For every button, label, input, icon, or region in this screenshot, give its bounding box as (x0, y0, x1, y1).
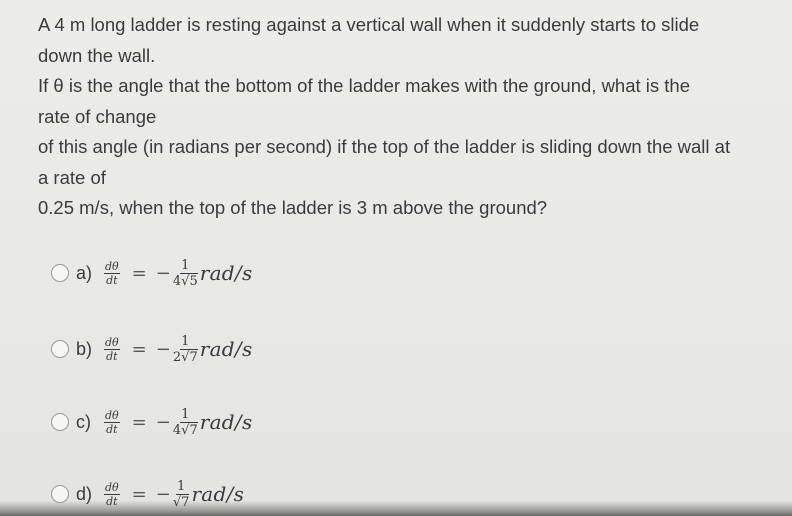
option-label: b) (76, 338, 93, 359)
fraction-numerator: 1 (180, 333, 191, 350)
equals-sign: = (131, 411, 147, 433)
derivative-fraction: dθ dt (104, 410, 120, 435)
answer-expression: dθ dt = − 1 √7 rad/s (104, 478, 245, 510)
fraction-numerator: dθ (104, 408, 120, 423)
fraction-denominator: dt (106, 349, 118, 363)
coefficient: 4 (172, 273, 182, 289)
coefficient: 4 (172, 422, 182, 438)
coefficient: 2 (172, 349, 182, 365)
radio-button-b[interactable] (51, 340, 69, 358)
minus-sign: − (155, 411, 171, 433)
fraction-denominator: 2√7 (172, 348, 198, 365)
fraction-numerator: 1 (176, 478, 187, 495)
question-line: 0.25 m/s, when the top of the ladder is … (38, 197, 548, 218)
answer-option-a[interactable]: a) dθ dt = − 1 4√5 rad/s (51, 251, 253, 295)
question-line: a rate of (38, 166, 106, 188)
fraction-numerator: 1 (180, 257, 191, 274)
fraction-numerator: dθ (104, 480, 120, 495)
minus-sign: − (155, 338, 171, 360)
radicand: 7 (181, 493, 190, 510)
question-text: A 4 m long ladder is resting against a v… (38, 10, 783, 224)
value-fraction: 1 4√7 (172, 406, 198, 438)
radio-button-a[interactable] (51, 264, 69, 282)
fraction-denominator: dt (106, 494, 118, 508)
fraction-denominator: dt (106, 422, 118, 436)
radio-button-c[interactable] (51, 413, 69, 431)
answer-expression: dθ dt = − 1 2√7 rad/s (104, 333, 253, 365)
option-label: c) (76, 411, 91, 432)
fraction-numerator: 1 (180, 406, 191, 423)
answer-expression: dθ dt = − 1 4√7 rad/s (104, 406, 253, 438)
radicand: 7 (189, 421, 198, 438)
minus-sign: − (155, 262, 171, 284)
question-line: down the wall. (38, 44, 156, 66)
derivative-fraction: dθ dt (104, 261, 120, 286)
value-fraction: 1 4√5 (172, 257, 198, 289)
fraction-denominator: dt (106, 273, 118, 287)
fraction-denominator: 4√7 (172, 421, 198, 438)
fraction-numerator: dθ (104, 259, 120, 274)
fraction-denominator: 4√5 (172, 272, 198, 289)
answer-expression: dθ dt = − 1 4√5 rad/s (104, 257, 253, 289)
option-label: a) (76, 262, 93, 283)
unit: rad/s (191, 482, 245, 506)
equals-sign: = (131, 338, 147, 360)
equals-sign: = (131, 262, 147, 284)
unit: rad/s (199, 337, 253, 361)
value-fraction: 1 √7 (172, 478, 190, 510)
radicand: 7 (189, 348, 198, 365)
question-line: of this angle (in radians per second) if… (38, 136, 731, 157)
answer-option-c[interactable]: c) dθ dt = − 1 4√7 rad/s (51, 400, 253, 444)
question-line: If θ is the angle that the bottom of the… (38, 75, 690, 96)
answer-option-d[interactable]: d) dθ dt = − 1 √7 rad/s (51, 472, 244, 516)
derivative-fraction: dθ dt (104, 482, 120, 507)
unit: rad/s (199, 261, 253, 285)
equals-sign: = (131, 483, 147, 505)
option-label: d) (76, 483, 93, 504)
question-line: A 4 m long ladder is resting against a v… (38, 14, 700, 35)
sqrt-icon: √ (172, 494, 182, 510)
fraction-denominator: √7 (172, 493, 190, 510)
derivative-fraction: dθ dt (104, 337, 120, 362)
minus-sign: − (155, 483, 171, 505)
value-fraction: 1 2√7 (172, 333, 198, 365)
answer-option-b[interactable]: b) dθ dt = − 1 2√7 rad/s (51, 327, 253, 371)
fraction-numerator: dθ (104, 335, 120, 350)
radio-button-d[interactable] (51, 485, 69, 503)
question-line: rate of change (38, 105, 157, 127)
radicand: 5 (189, 272, 198, 289)
unit: rad/s (199, 410, 253, 434)
